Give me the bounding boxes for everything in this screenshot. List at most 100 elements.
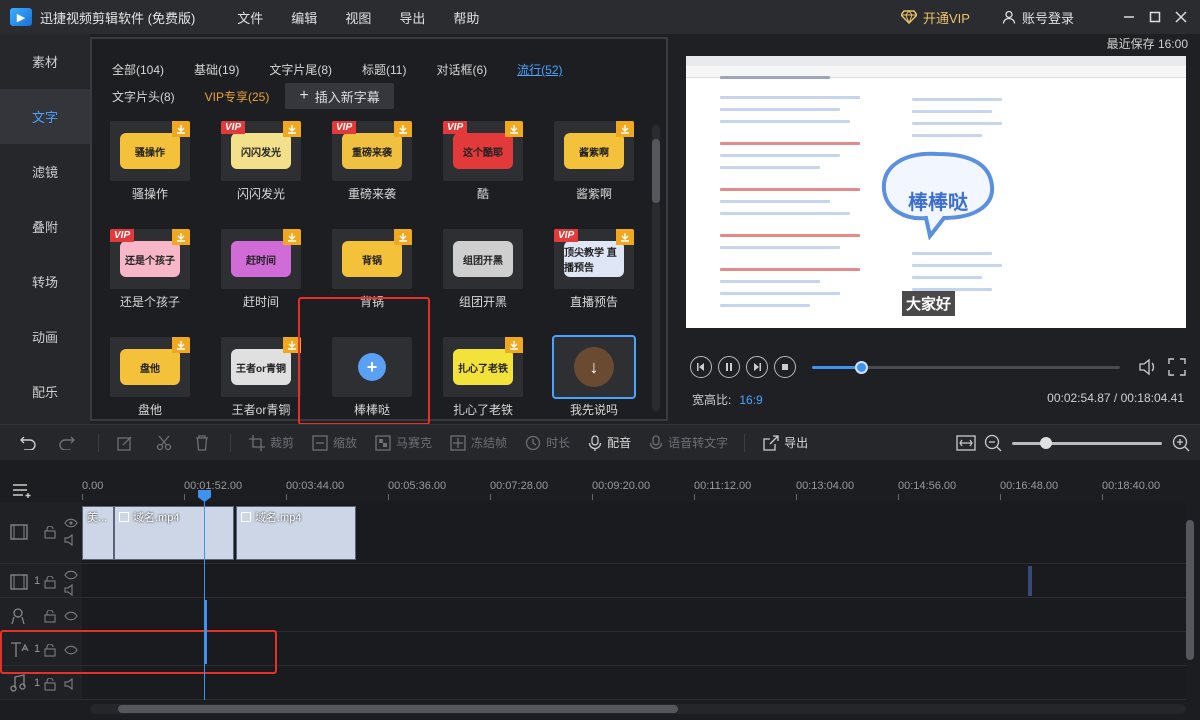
sidebar-item-overlay[interactable]: 叠附 (0, 199, 90, 254)
eye-icon[interactable] (64, 611, 78, 621)
sidebar-item-animation[interactable]: 动画 (0, 309, 90, 364)
template-tile[interactable]: 闪闪发光 VIP (221, 121, 301, 181)
download-icon[interactable] (616, 121, 634, 137)
sidebar-item-transition[interactable]: 转场 (0, 254, 90, 309)
account-button[interactable]: 账号登录 (1002, 8, 1074, 27)
menu-view[interactable]: 视图 (331, 8, 385, 27)
time-ruler[interactable]: 0.00 00:01:52.00 00:03:44.00 00:05:36.00 00:… (82, 460, 1200, 500)
template-tile[interactable]: 盘他 (110, 337, 190, 397)
download-icon[interactable] (283, 121, 301, 137)
timeline-vertical-scrollbar[interactable] (1186, 520, 1194, 660)
timeline-horizontal-scrollbar[interactable] (90, 704, 1186, 714)
track-pip[interactable] (82, 564, 1186, 598)
fullscreen-icon[interactable] (1168, 358, 1186, 376)
lock-icon[interactable] (44, 678, 56, 691)
video-clip[interactable]: 美... (82, 506, 114, 560)
download-icon[interactable] (394, 229, 412, 245)
minimize-button[interactable] (1116, 0, 1142, 34)
speaker-icon[interactable] (64, 584, 78, 596)
menu-file[interactable]: 文件 (223, 8, 277, 27)
dub-button[interactable]: 配音 (588, 434, 631, 451)
category-title[interactable]: 标题(11) (362, 61, 406, 78)
menu-help[interactable]: 帮助 (439, 8, 493, 27)
template-tile[interactable]: 酱紫啊 (554, 121, 634, 181)
download-icon[interactable] (283, 229, 301, 245)
template-tile[interactable]: 组团开黑 (443, 229, 523, 289)
speech-to-text-button[interactable]: 语音转文字 (649, 434, 728, 451)
fit-icon[interactable] (956, 434, 976, 452)
lock-icon[interactable] (44, 526, 56, 539)
zoom-out-icon[interactable] (984, 434, 1002, 452)
volume-icon[interactable] (1138, 358, 1158, 376)
lock-icon[interactable] (44, 576, 56, 589)
zoom-in-icon[interactable] (1172, 434, 1190, 452)
duration-button[interactable]: 时长 (525, 434, 570, 451)
insert-subtitle-button[interactable]: + 插入新字幕 (285, 83, 394, 109)
video-clip[interactable]: 域名.mp4 (236, 506, 356, 560)
template-tile[interactable]: 顶尖教学 直播预告 VIP (554, 229, 634, 289)
eye-icon[interactable] (64, 570, 78, 580)
category-opening[interactable]: 文字片头(8) (112, 88, 175, 105)
speaker-icon[interactable] (64, 534, 78, 546)
sidebar-item-media[interactable]: 素材 (0, 34, 90, 89)
category-dialog[interactable]: 对话框(6) (436, 61, 487, 78)
template-tile[interactable]: 这个酷耶 VIP (443, 121, 523, 181)
lock-icon[interactable] (44, 610, 56, 623)
template-tile[interactable]: ↓ (552, 335, 636, 399)
playback-progress-bar[interactable] (812, 361, 1120, 374)
video-clip[interactable]: 域名.mp4 (114, 506, 234, 560)
close-button[interactable] (1168, 0, 1194, 34)
library-scroll-thumb[interactable] (652, 139, 660, 203)
stop-button[interactable] (774, 356, 796, 378)
timeline-scroll-thumb[interactable] (118, 705, 678, 713)
vip-button[interactable]: 开通VIP (901, 8, 970, 27)
pause-button[interactable] (718, 356, 740, 378)
cut-button[interactable] (156, 435, 177, 451)
download-icon[interactable] (172, 337, 190, 353)
freeze-frame-button[interactable]: 冻结帧 (450, 434, 507, 451)
category-vip[interactable]: VIP专享(25) (205, 88, 270, 105)
sidebar-item-text[interactable]: 文字 (0, 89, 90, 144)
sidebar-item-music[interactable]: 配乐 (0, 364, 90, 419)
sidebar-item-filter[interactable]: 滤镜 (0, 144, 90, 199)
next-frame-button[interactable] (746, 356, 768, 378)
template-tile[interactable]: 赶时间 (221, 229, 301, 289)
crop-button[interactable]: 裁剪 (249, 434, 294, 451)
eye-icon[interactable] (64, 518, 78, 528)
playhead-handle[interactable] (198, 490, 211, 502)
delete-button[interactable] (195, 434, 214, 451)
zoom-tool-button[interactable]: 缩放 (312, 434, 357, 451)
category-basic[interactable]: 基础(19) (194, 61, 239, 78)
template-tile[interactable]: 骚操作 (110, 121, 190, 181)
track-video[interactable]: 美... 域名.mp4 域名.mp4 (82, 502, 1186, 564)
download-icon[interactable] (505, 337, 523, 353)
prev-frame-button[interactable] (690, 356, 712, 378)
category-all[interactable]: 全部(104) (112, 61, 164, 78)
template-tile[interactable]: 扎心了老铁 (443, 337, 523, 397)
zoom-slider[interactable] (1012, 436, 1162, 449)
category-ending[interactable]: 文字片尾(8) (269, 61, 332, 78)
download-icon[interactable] (394, 121, 412, 137)
edit-button[interactable] (117, 435, 138, 451)
text-clip-marker[interactable] (204, 600, 207, 664)
progress-knob[interactable] (855, 361, 869, 374)
menu-export[interactable]: 导出 (385, 8, 439, 27)
export-button[interactable]: 导出 (763, 434, 808, 451)
template-tile[interactable]: 王者or青铜 (221, 337, 301, 397)
zoom-slider-knob[interactable] (1040, 436, 1052, 449)
menu-edit[interactable]: 编辑 (277, 8, 331, 27)
add-track-icon[interactable] (12, 482, 34, 498)
download-icon[interactable] (172, 121, 190, 137)
template-tile[interactable]: 还是个孩子 VIP (110, 229, 190, 289)
mosaic-button[interactable]: 马赛克 (375, 434, 432, 451)
template-tile[interactable]: 背锅 (332, 229, 412, 289)
category-popular[interactable]: 流行(52) (517, 61, 562, 78)
undo-button[interactable] (18, 436, 41, 450)
track-audio[interactable] (82, 598, 1186, 632)
download-icon[interactable] (172, 229, 190, 245)
download-icon[interactable] (505, 121, 523, 137)
pip-marker[interactable] (1028, 566, 1032, 596)
redo-button[interactable] (59, 436, 82, 450)
aspect-value[interactable]: 16:9 (739, 393, 762, 407)
download-icon[interactable] (616, 229, 634, 245)
